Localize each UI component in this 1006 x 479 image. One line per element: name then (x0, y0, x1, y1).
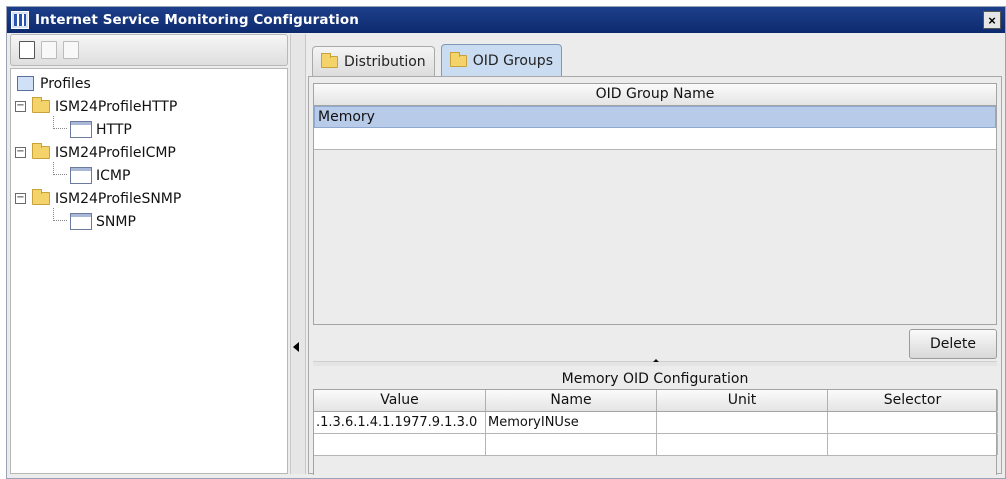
tree-connector (53, 116, 67, 129)
tree-leaf-icmp[interactable]: ICMP (11, 162, 287, 187)
page-icon (70, 167, 92, 184)
app-icon (11, 11, 29, 29)
tree-node-label: ISM24ProfileICMP (55, 144, 176, 161)
profile-panel: Profiles − ISM24ProfileHTTP HTTP − ISM24… (10, 34, 288, 474)
folder-icon (32, 143, 50, 159)
column-header-name[interactable]: Name (486, 390, 657, 411)
tree-leaf-label: HTTP (96, 121, 132, 138)
tree-node-snmp[interactable]: − ISM24ProfileSNMP (11, 187, 287, 210)
tree-root[interactable]: Profiles (11, 72, 287, 95)
split-divider[interactable] (313, 359, 997, 366)
tree-root-label: Profiles (40, 75, 91, 92)
new-icon[interactable] (19, 41, 35, 59)
table-header: Value Name Unit Selector (314, 390, 998, 412)
collapse-left-icon[interactable] (293, 342, 299, 352)
title-bar: Internet Service Monitoring Configuratio… (7, 7, 1005, 33)
tree-node-http[interactable]: − ISM24ProfileHTTP (11, 95, 287, 118)
table-row[interactable]: Memory (314, 106, 996, 128)
collapse-icon[interactable]: − (15, 147, 26, 158)
tab-oid-groups[interactable]: OID Groups (440, 44, 562, 76)
delete-button[interactable]: Delete (909, 329, 997, 359)
collapse-icon[interactable]: − (15, 101, 26, 112)
tab-label: Distribution (344, 53, 426, 70)
tree-leaf-http[interactable]: HTTP (11, 116, 287, 141)
tree-node-icmp[interactable]: − ISM24ProfileICMP (11, 141, 287, 164)
profile-tree: Profiles − ISM24ProfileHTTP HTTP − ISM24… (10, 68, 288, 474)
computer-icon (17, 76, 34, 91)
tree-connector (53, 208, 67, 221)
tab-bar: Distribution OID Groups (312, 44, 562, 76)
column-header-unit[interactable]: Unit (657, 390, 828, 411)
tree-leaf-label: ICMP (96, 167, 131, 184)
oid-group-table: OID Group Name Memory (313, 83, 997, 325)
tree-leaf-label: SNMP (96, 213, 136, 230)
page-icon (70, 121, 92, 138)
table-row[interactable] (314, 128, 996, 150)
folder-icon (32, 189, 50, 205)
collapse-icon[interactable]: − (15, 193, 26, 204)
table-row[interactable] (314, 434, 998, 456)
folder-icon (449, 51, 467, 67)
folder-icon (321, 52, 338, 68)
folder-icon (32, 97, 50, 113)
window-title: Internet Service Monitoring Configuratio… (35, 12, 359, 28)
cell-value[interactable] (314, 434, 486, 455)
tree-node-label: ISM24ProfileHTTP (55, 98, 178, 115)
oid-groups-content: OID Group Name Memory Delete Memory OID … (308, 76, 1002, 475)
tree-connector (53, 162, 67, 175)
copy-icon[interactable] (41, 41, 57, 59)
divider-grip-icon[interactable] (653, 359, 659, 362)
column-header-selector[interactable]: Selector (828, 390, 998, 411)
cell-selector[interactable] (828, 412, 998, 433)
cell-selector[interactable] (828, 434, 998, 455)
cell-name[interactable]: MemoryINUse (486, 412, 657, 433)
tree-node-label: ISM24ProfileSNMP (55, 190, 182, 207)
page-icon (70, 213, 92, 230)
tree-leaf-snmp[interactable]: SNMP (11, 208, 287, 233)
cell-unit[interactable] (657, 412, 828, 433)
column-header-value[interactable]: Value (314, 390, 486, 411)
cell-unit[interactable] (657, 434, 828, 455)
tab-label: OID Groups (472, 52, 553, 69)
table-row[interactable]: .1.3.6.1.4.1.1977.9.1.3.0 MemoryINUse (314, 412, 998, 434)
tree-toolbar (10, 34, 288, 66)
edit-icon[interactable] (63, 41, 79, 59)
oid-config-table: Value Name Unit Selector .1.3.6.1.4.1.19… (313, 389, 998, 475)
panel-splitter[interactable] (290, 34, 306, 474)
oid-group-header[interactable]: OID Group Name (314, 84, 996, 106)
cell-value[interactable]: .1.3.6.1.4.1.1977.9.1.3.0 (314, 412, 486, 433)
oid-config-title: Memory OID Configuration (561, 371, 749, 387)
tab-distribution[interactable]: Distribution (312, 46, 435, 76)
cell-name[interactable] (486, 434, 657, 455)
close-button[interactable]: × (983, 11, 1001, 29)
